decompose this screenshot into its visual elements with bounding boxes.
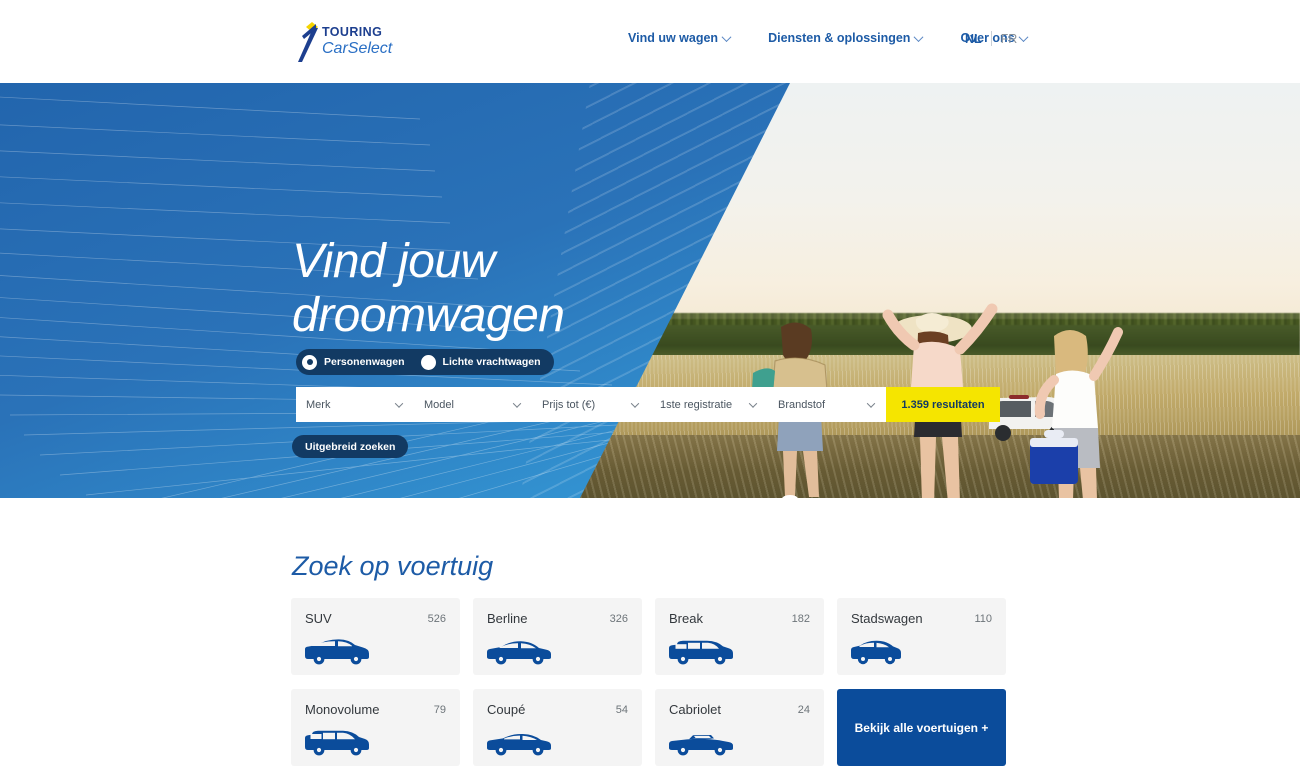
chevron-down-icon — [721, 31, 732, 42]
radio-lichte-vrachtwagen[interactable]: Lichte vrachtwagen — [420, 354, 541, 370]
filter-prijs-tot[interactable]: Prijs tot (€) — [532, 387, 650, 422]
language-nl[interactable]: NL — [965, 32, 982, 46]
language-fr[interactable]: FR — [1001, 32, 1018, 46]
vehicle-card-suv[interactable]: SUV 526 — [291, 598, 460, 675]
chevron-down-icon — [630, 398, 640, 408]
card-label: Cabriolet — [669, 702, 722, 717]
svg-text:CarSelect: CarSelect — [322, 40, 393, 57]
radio-icon-unselected — [420, 354, 436, 370]
page-title: Zoek op voertuig — [292, 551, 494, 581]
minivan-icon — [305, 730, 369, 756]
nav-item-vind-uw-wagen[interactable]: Vind uw wagen — [628, 31, 732, 45]
vehicle-type-grid: SUV 526 Berline 326 Break 182 Stadswagen… — [291, 598, 1021, 766]
search-filter-bar: Merk Model Prijs tot (€) 1ste registrati… — [296, 387, 1000, 422]
coupe-icon — [487, 733, 551, 756]
woman-figure-3 — [1030, 327, 1123, 498]
card-label: Berline — [487, 611, 528, 626]
vehicle-card-berline[interactable]: Berline 326 — [473, 598, 642, 675]
language-divider — [990, 31, 992, 46]
card-label: SUV — [305, 611, 332, 626]
chevron-down-icon — [748, 398, 758, 408]
vehicle-card-coupe[interactable]: Coupé 54 — [473, 689, 642, 766]
radio-personenwagen[interactable]: Personenwagen — [302, 354, 405, 370]
svg-text:TOURING: TOURING — [322, 25, 382, 39]
site-header: TOURING CarSelect Vind uw wagen Diensten… — [0, 0, 1300, 83]
card-count: 54 — [615, 704, 628, 716]
card-label: Coupé — [487, 702, 526, 717]
filter-merk[interactable]: Merk — [296, 387, 414, 422]
card-count: 79 — [433, 704, 446, 716]
radio-icon-selected — [302, 354, 317, 370]
nav-label: Vind uw wagen — [628, 31, 719, 45]
sedan-icon — [487, 641, 551, 665]
results-button[interactable]: 1.359 resultaten — [886, 387, 1000, 422]
card-label: Stadswagen — [851, 611, 923, 626]
card-count: 182 — [791, 613, 810, 625]
chevron-down-icon — [914, 31, 924, 42]
nav-item-diensten-oplossingen[interactable]: Diensten & oplossingen — [768, 31, 924, 45]
results-count-label: 1.359 resultaten — [901, 398, 985, 411]
advanced-search-button[interactable]: Uitgebreid zoeken — [292, 435, 409, 458]
filter-label: Brandstof — [778, 398, 826, 411]
filter-label: Merk — [306, 398, 331, 411]
vehicle-card-cabriolet[interactable]: Cabriolet 24 — [655, 689, 824, 766]
vehicle-card-monovolume[interactable]: Monovolume 79 — [291, 689, 460, 766]
filter-brandstof[interactable]: Brandstof — [768, 387, 886, 422]
hatchback-icon — [851, 640, 901, 665]
touring-carselect-logo[interactable]: TOURING CarSelect — [292, 18, 402, 66]
view-all-vehicles-button[interactable]: Bekijk alle voertuigen + — [837, 689, 1006, 766]
wagon-icon — [669, 640, 733, 665]
advanced-search-label: Uitgebreid zoeken — [305, 440, 396, 453]
hero-title: Vind jouw droomwagen — [292, 235, 565, 342]
filter-label: Model — [424, 398, 454, 411]
chevron-down-icon — [1018, 31, 1029, 42]
card-count: 326 — [609, 613, 628, 625]
language-switcher: NL FR — [965, 31, 1017, 46]
chevron-down-icon — [394, 398, 404, 408]
card-count: 110 — [974, 613, 992, 625]
vehicle-card-break[interactable]: Break 182 — [655, 598, 824, 675]
convertible-icon — [669, 735, 733, 756]
view-all-label: Bekijk alle voertuigen + — [854, 720, 989, 735]
vehicle-type-toggle: Personenwagen Lichte vrachtwagen — [296, 349, 554, 375]
vehicle-card-stadswagen[interactable]: Stadswagen 110 — [837, 598, 1006, 675]
filter-eerste-registratie[interactable]: 1ste registratie — [650, 387, 768, 422]
hero-banner: Vind jouw droomwagen — [0, 83, 1300, 498]
card-count: 24 — [797, 704, 810, 716]
radio-label: Lichte vrachtwagen — [442, 356, 541, 368]
card-label: Monovolume — [305, 702, 380, 717]
radio-label: Personenwagen — [324, 356, 405, 368]
chevron-down-icon — [866, 398, 876, 408]
nav-label: Diensten & oplossingen — [768, 31, 911, 45]
filter-label: Prijs tot (€) — [542, 398, 596, 411]
chevron-down-icon — [512, 398, 522, 408]
filter-model[interactable]: Model — [414, 387, 532, 422]
suv-icon — [305, 639, 369, 665]
card-count: 526 — [427, 613, 446, 625]
filter-label: 1ste registratie — [660, 398, 733, 411]
card-label: Break — [669, 611, 703, 626]
